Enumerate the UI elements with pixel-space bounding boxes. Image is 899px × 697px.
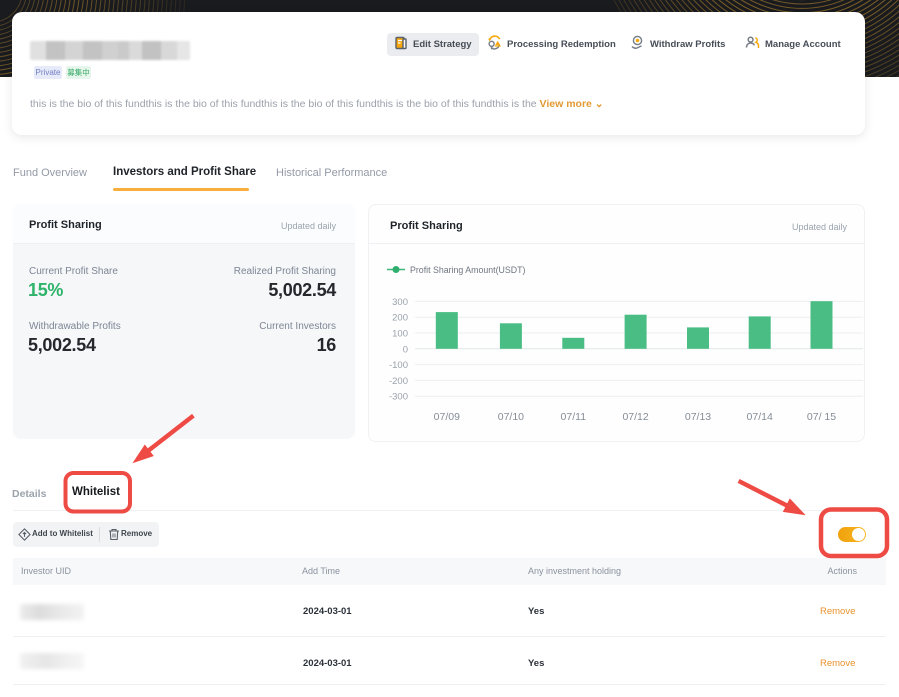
svg-text:Profit Sharing Amount(USDT): Profit Sharing Amount(USDT) — [410, 265, 525, 275]
svg-text:07/11: 07/11 — [561, 411, 587, 423]
svg-text:100: 100 — [392, 329, 408, 340]
svg-text:07/10: 07/10 — [498, 411, 524, 423]
svg-text:300: 300 — [392, 297, 408, 308]
svg-text:0: 0 — [403, 344, 408, 355]
svg-text:07/09: 07/09 — [434, 411, 460, 423]
svg-text:-300: -300 — [389, 392, 408, 403]
svg-text:07/ 15: 07/ 15 — [807, 411, 836, 423]
svg-text:07/13: 07/13 — [685, 411, 711, 423]
svg-text:07/12: 07/12 — [622, 411, 648, 423]
svg-text:-100: -100 — [389, 360, 408, 371]
svg-text:-200: -200 — [389, 376, 408, 387]
svg-text:07/14: 07/14 — [747, 411, 773, 423]
svg-text:200: 200 — [392, 313, 408, 324]
